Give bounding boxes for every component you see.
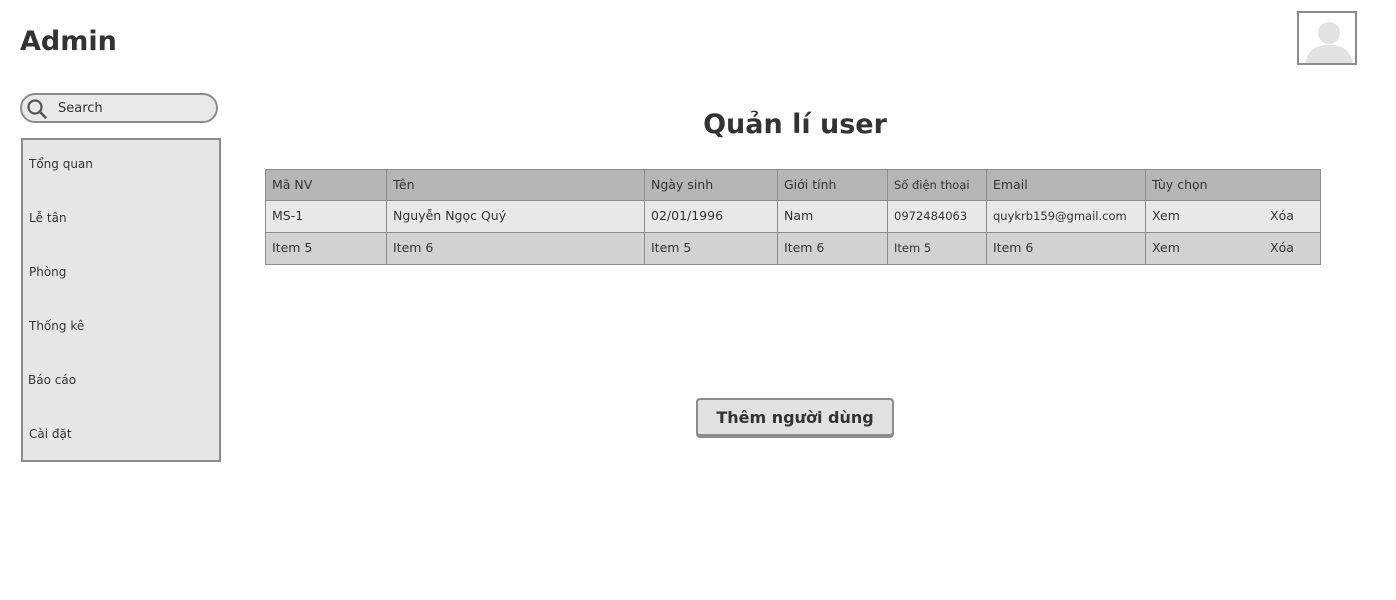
sidebar-item-bao-cao[interactable]: Báo cáo <box>28 373 76 387</box>
sidebar-item-thong-ke[interactable]: Thống kê <box>29 319 84 333</box>
column-header-gioi-tinh[interactable]: Giới tính <box>777 169 888 201</box>
cell-gioi-tinh: Item 6 <box>777 232 888 265</box>
cell-tuy-chon: Xem Xóa <box>1145 200 1321 233</box>
column-header-ten[interactable]: Tên <box>386 169 645 201</box>
delete-link[interactable]: Xóa <box>1270 201 1294 231</box>
cell-so-dien-thoai: Item 5 <box>887 232 987 265</box>
cell-ngay-sinh: Item 5 <box>644 232 778 265</box>
column-header-ngay-sinh[interactable]: Ngày sinh <box>644 169 778 201</box>
sidebar-item-le-tan[interactable]: Lễ tân <box>29 211 67 225</box>
add-user-button[interactable]: Thêm người dùng <box>696 398 894 436</box>
delete-link[interactable]: Xóa <box>1270 233 1294 263</box>
user-table: Mã NV Tên Ngày sinh Giới tính Số điện th… <box>265 169 1321 265</box>
cell-ngay-sinh: 02/01/1996 <box>644 200 778 233</box>
column-header-email[interactable]: Email <box>986 169 1146 201</box>
cell-ma-nv: Item 5 <box>265 232 387 265</box>
sidebar-item-cai-dat[interactable]: Cài đặt <box>29 427 72 441</box>
view-link[interactable]: Xem <box>1152 201 1180 231</box>
cell-tuy-chon: Xem Xóa <box>1145 232 1321 265</box>
user-avatar-icon <box>1305 22 1353 63</box>
cell-ma-nv: MS-1 <box>265 200 387 233</box>
sidebar: Tổng quan Lễ tân Phòng Thống kê Báo cáo … <box>21 138 221 462</box>
sidebar-item-phong[interactable]: Phòng <box>29 265 66 279</box>
cell-ten: Nguyễn Ngọc Quý <box>386 200 645 233</box>
cell-gioi-tinh: Nam <box>777 200 888 233</box>
cell-so-dien-thoai: 0972484063 <box>887 200 987 233</box>
cell-email: quykrb159@gmail.com <box>986 200 1146 233</box>
column-header-tuy-chon[interactable]: Tùy chọn <box>1145 169 1321 201</box>
view-link[interactable]: Xem <box>1152 233 1180 263</box>
sidebar-item-tong-quan[interactable]: Tổng quan <box>29 157 93 171</box>
column-header-so-dien-thoai[interactable]: Số điện thoại <box>887 169 987 201</box>
avatar[interactable] <box>1297 11 1357 65</box>
app-title: Admin <box>20 26 117 57</box>
column-header-ma-nv[interactable]: Mã NV <box>265 169 387 201</box>
cell-email: Item 6 <box>986 232 1146 265</box>
page-title: Quản lí user <box>703 109 887 140</box>
cell-ten: Item 6 <box>386 232 645 265</box>
